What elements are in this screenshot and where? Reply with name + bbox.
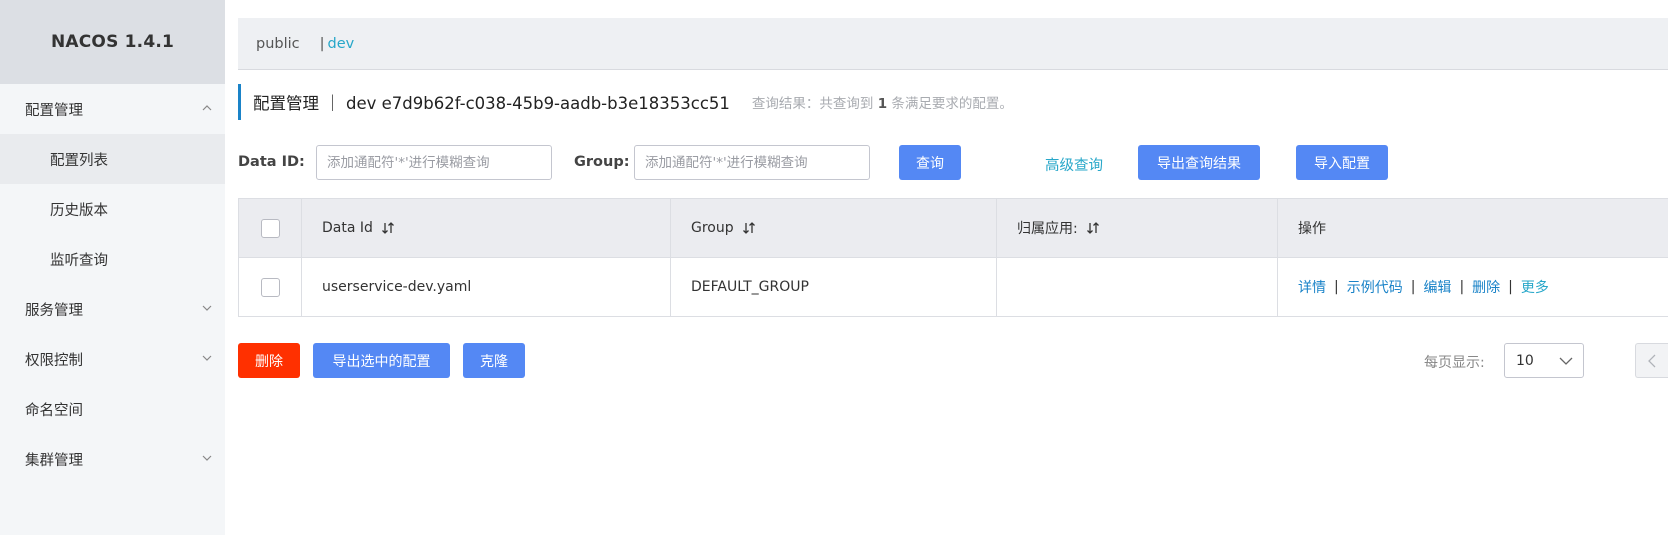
namespace-dev[interactable]: dev [328, 36, 355, 52]
sidebar-item-label: 历史版本 [50, 202, 108, 219]
page-size-label: 每页显示: [1424, 355, 1485, 371]
sidebar-item-label: 配置列表 [50, 152, 108, 169]
data-id-input[interactable] [316, 145, 552, 180]
table-header-row: Data Id Group 归属应用: 操作 [239, 199, 1668, 258]
page-title-row: 配置管理 ｜ dev e7d9b62f-c038-45b9-aadb-b3e18… [238, 84, 1238, 120]
export-results-button[interactable]: 导出查询结果 [1138, 145, 1260, 180]
column-header-app[interactable]: 归属应用: [997, 199, 1278, 257]
select-all-checkbox[interactable] [260, 218, 280, 238]
edit-link[interactable]: 编辑 [1423, 277, 1451, 297]
column-header-label: 操作 [1298, 221, 1326, 237]
query-button[interactable]: 查询 [899, 145, 961, 180]
sidebar-item-access-control[interactable]: 权限控制 [0, 334, 225, 384]
header-checkbox-cell [239, 199, 302, 257]
action-separator: | [1459, 279, 1465, 295]
detail-link[interactable]: 详情 [1298, 277, 1326, 297]
page-size-value: 10 [1516, 352, 1534, 369]
chevron-down-icon [1559, 356, 1573, 366]
brand-logo[interactable]: NACOS 1.4.1 [0, 0, 225, 84]
sidebar-item-listener-query[interactable]: 监听查询 [0, 234, 225, 284]
search-bar: Data ID: Group: 查询 高级查询 导出查询结果 导入配置 [238, 145, 1668, 181]
sidebar-item-label: 监听查询 [50, 252, 108, 269]
chevron-down-icon [202, 353, 212, 363]
sort-icon[interactable] [381, 221, 395, 235]
column-header-label: 归属应用: [1017, 221, 1078, 237]
sort-icon[interactable] [1086, 221, 1100, 235]
data-id-label: Data ID: [238, 154, 305, 170]
chevron-down-icon [202, 303, 212, 313]
config-table: Data Id Group 归属应用: 操作 userservice-dev.y… [238, 198, 1668, 317]
sidebar-item-history[interactable]: 历史版本 [0, 184, 225, 234]
page-title: 配置管理 ｜ dev e7d9b62f-c038-45b9-aadb-b3e18… [253, 94, 730, 113]
sidebar-item-service-management[interactable]: 服务管理 [0, 284, 225, 334]
bottom-toolbar: 删除 导出选中的配置 克隆 每页显示: 10 [238, 343, 1668, 378]
clone-button[interactable]: 克隆 [463, 343, 525, 378]
sample-code-link[interactable]: 示例代码 [1347, 277, 1403, 297]
app-cell [997, 258, 1278, 316]
group-cell: DEFAULT_GROUP [671, 258, 997, 316]
query-result-suffix: 条满足要求的配置。 [891, 96, 1013, 112]
sort-icon[interactable] [742, 221, 756, 235]
action-separator: | [1508, 279, 1513, 295]
export-selected-button[interactable]: 导出选中的配置 [313, 343, 450, 378]
sidebar-item-label: 配置管理 [25, 102, 83, 119]
namespace-separator: | [319, 35, 325, 52]
sidebar-item-label: 集群管理 [25, 452, 83, 469]
column-header-actions: 操作 [1278, 199, 1668, 257]
actions-cell: 详情 | 示例代码 | 编辑 | 删除 | 更多 [1278, 258, 1668, 316]
sidebar-item-config-management[interactable]: 配置管理 [0, 84, 225, 134]
group-label: Group: [574, 154, 630, 170]
namespace-public[interactable]: public [256, 36, 300, 52]
action-separator: | [1334, 279, 1339, 295]
group-input[interactable] [634, 145, 870, 180]
sidebar-item-cluster-management[interactable]: 集群管理 [0, 434, 225, 484]
query-result-text: 查询结果：共查询到 1 条满足要求的配置。 [752, 92, 1013, 112]
namespace-bar: public | dev [238, 18, 1668, 70]
table-row: userservice-dev.yaml DEFAULT_GROUP 详情 | … [239, 258, 1668, 317]
column-header-label: Data Id [322, 220, 373, 236]
sidebar-item-label: 服务管理 [25, 302, 83, 319]
more-link[interactable]: 更多 [1521, 277, 1549, 297]
page-size-select[interactable]: 10 [1504, 343, 1584, 378]
sidebar-item-label: 命名空间 [25, 402, 83, 419]
delete-button[interactable]: 删除 [238, 343, 300, 378]
prev-page-button[interactable] [1635, 343, 1668, 378]
chevron-left-icon [1648, 354, 1656, 367]
column-header-label: Group [691, 220, 734, 236]
sidebar-item-config-list[interactable]: 配置列表 [0, 134, 225, 184]
sidebar: NACOS 1.4.1 配置管理 配置列表 历史版本 监听查询 服务管理 权限控… [0, 0, 225, 535]
row-checkbox-cell [239, 258, 302, 316]
data-id-cell: userservice-dev.yaml [302, 258, 671, 316]
chevron-up-icon [202, 103, 212, 113]
row-checkbox[interactable] [260, 277, 280, 297]
import-config-button[interactable]: 导入配置 [1296, 145, 1388, 180]
sidebar-item-namespace[interactable]: 命名空间 [0, 384, 225, 434]
chevron-down-icon [202, 453, 212, 463]
advanced-query-link[interactable]: 高级查询 [1045, 154, 1103, 175]
delete-link[interactable]: 删除 [1472, 277, 1500, 297]
query-result-prefix: 查询结果：共查询到 [751, 96, 874, 112]
action-separator: | [1410, 279, 1416, 295]
sidebar-item-label: 权限控制 [25, 352, 83, 369]
column-header-group[interactable]: Group [671, 199, 997, 257]
query-result-count: 1 [877, 96, 888, 112]
column-header-data-id[interactable]: Data Id [302, 199, 671, 257]
